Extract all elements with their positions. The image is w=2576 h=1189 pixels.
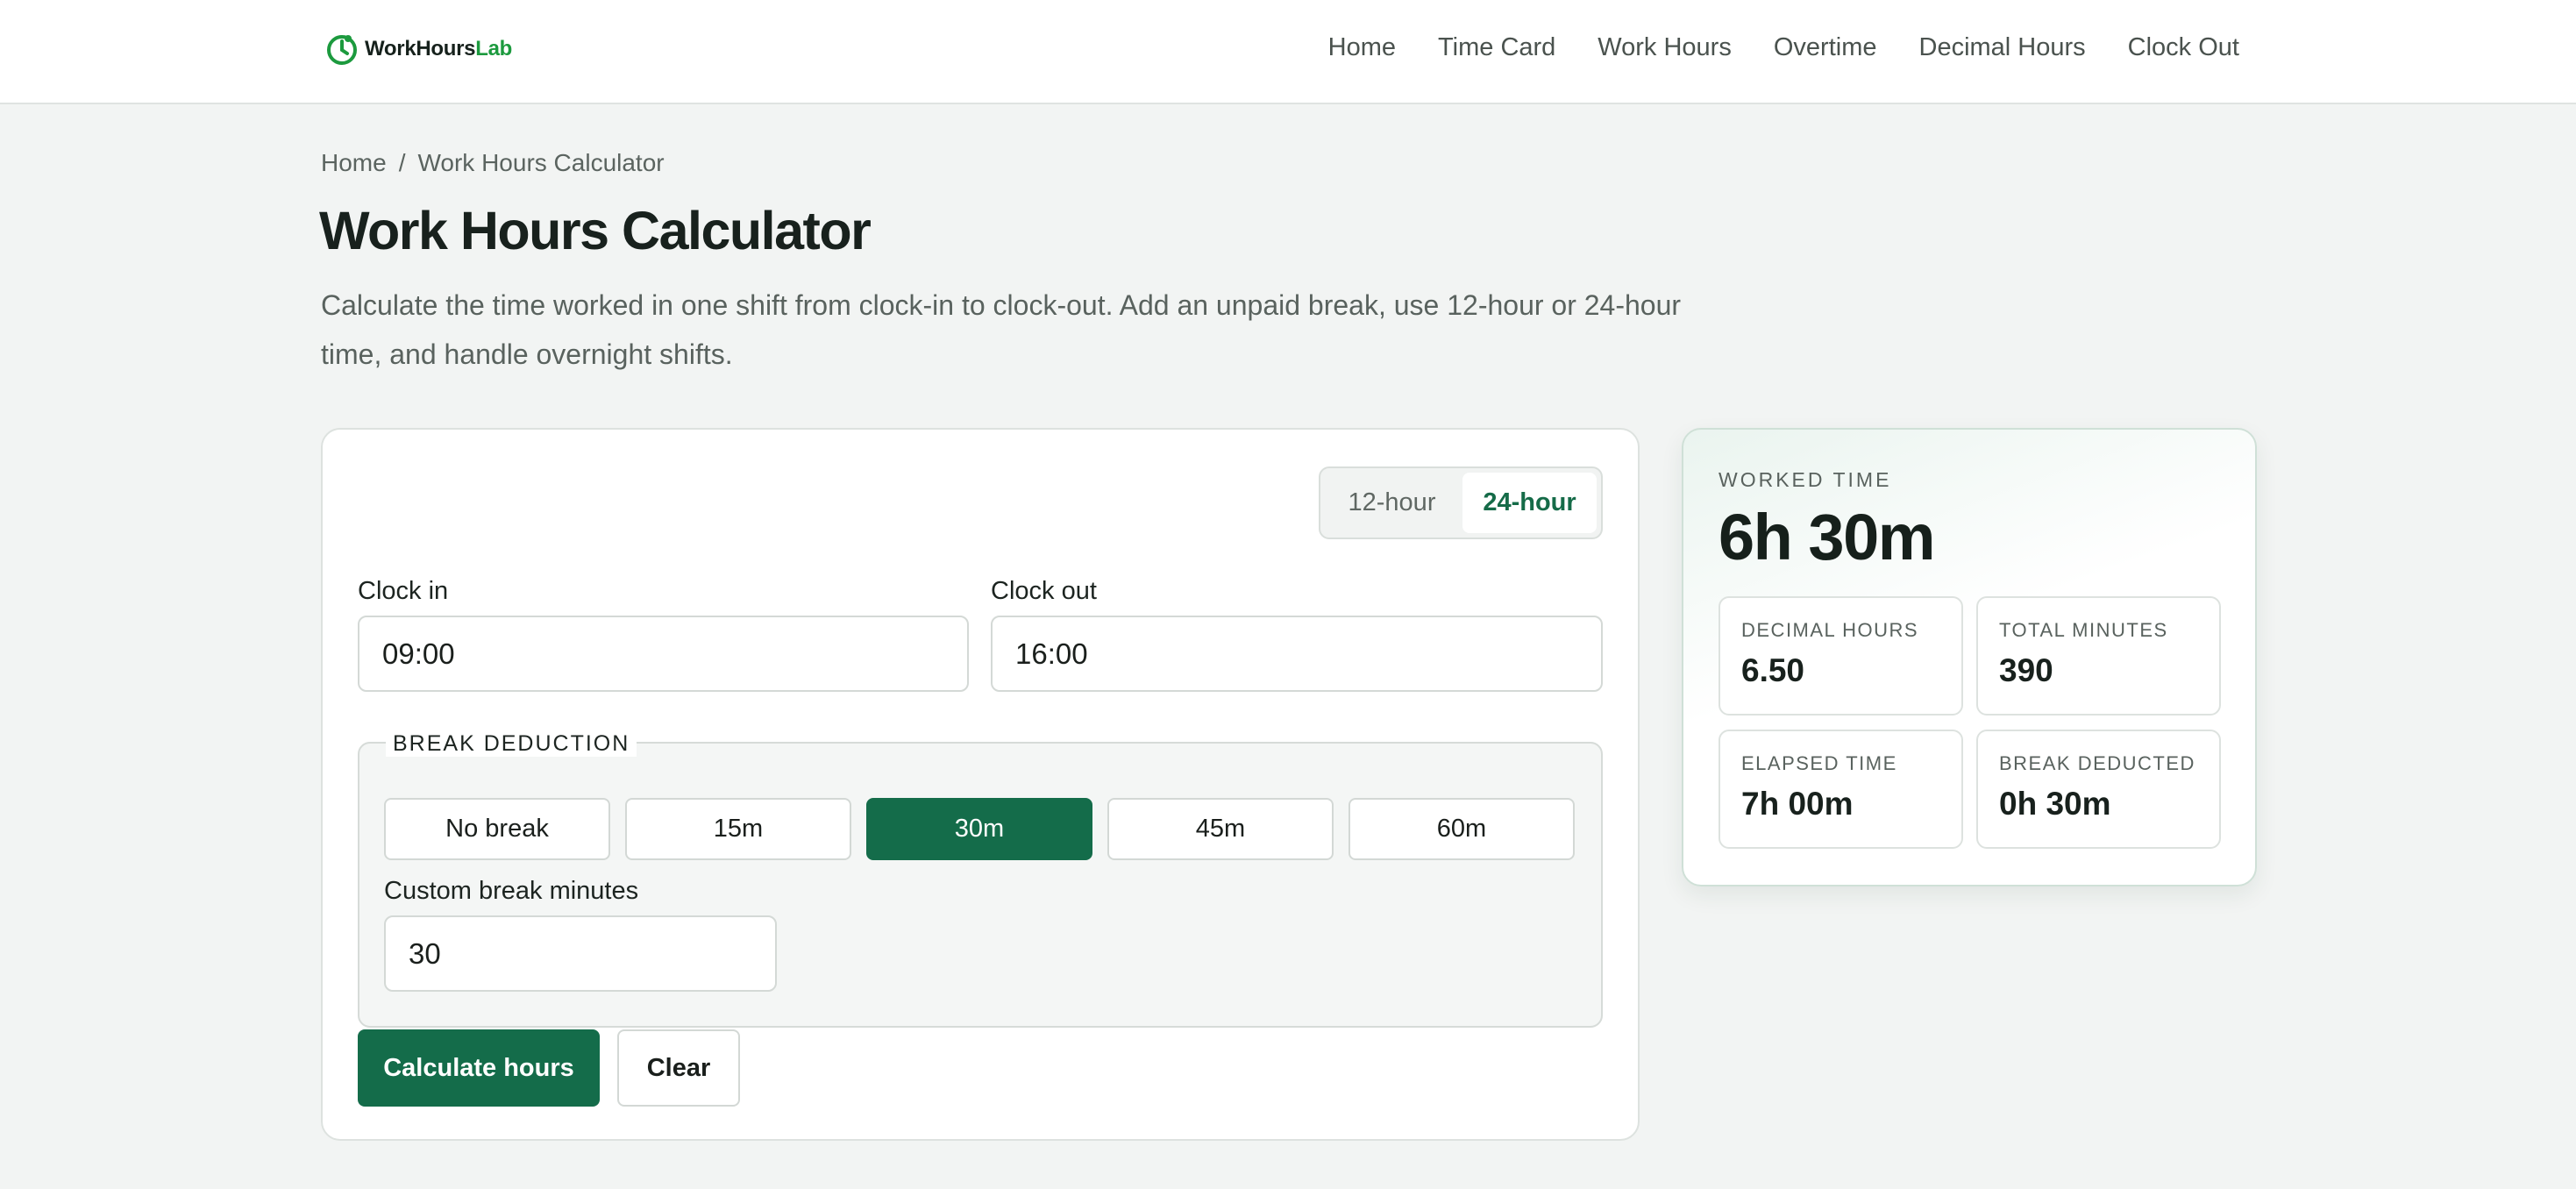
nav-time-card[interactable]: Time Card xyxy=(1438,33,1555,62)
stat-value: 6.50 xyxy=(1741,652,1805,688)
breadcrumb-separator: / xyxy=(398,149,406,176)
custom-break-input[interactable]: 30 xyxy=(384,915,777,992)
result-card: WORKED TIME 6h 30m DECIMAL HOURS 6.50 TO… xyxy=(1682,428,2257,886)
toggle-12-hour[interactable]: 12-hour xyxy=(1325,473,1459,533)
custom-break-label: Custom break minutes xyxy=(384,877,639,905)
break-options: No break 15m 30m 45m 60m xyxy=(384,798,1575,860)
break-option-30m[interactable]: 30m xyxy=(866,798,1092,860)
break-option-45m[interactable]: 45m xyxy=(1107,798,1334,860)
top-navigation-bar: WorkHoursLab Home Time Card Work Hours O… xyxy=(0,0,2576,104)
worked-time-label: WORKED TIME xyxy=(1719,468,1892,491)
nav-home[interactable]: Home xyxy=(1328,33,1396,62)
clock-out-input[interactable]: 16:00 xyxy=(991,616,1603,692)
calculate-hours-button[interactable]: Calculate hours xyxy=(358,1029,600,1107)
page-description: Calculate the time worked in one shift f… xyxy=(321,289,1682,370)
nav-decimal-hours[interactable]: Decimal Hours xyxy=(1919,33,2086,62)
nav-clock-out[interactable]: Clock Out xyxy=(2128,33,2239,62)
stat-value: 0h 30m xyxy=(1999,786,2111,822)
page-title: Work Hours Calculator xyxy=(319,201,872,260)
breadcrumb-current: Work Hours Calculator xyxy=(417,149,665,176)
nav-work-hours[interactable]: Work Hours xyxy=(1598,33,1732,62)
clear-button[interactable]: Clear xyxy=(617,1029,740,1107)
time-format-toggle: 12-hour 24-hour xyxy=(1319,466,1603,539)
break-option-60m[interactable]: 60m xyxy=(1348,798,1575,860)
stat-value: 7h 00m xyxy=(1741,786,1854,822)
stat-label: TOTAL MINUTES xyxy=(1999,619,2168,641)
toggle-24-hour[interactable]: 24-hour xyxy=(1462,473,1597,533)
site-logo[interactable]: WorkHoursLab xyxy=(324,30,512,68)
stat-label: DECIMAL HOURS xyxy=(1741,619,1919,641)
clock-in-input[interactable]: 09:00 xyxy=(358,616,969,692)
stat-label: ELAPSED TIME xyxy=(1741,752,1897,774)
stat-break-deducted: BREAK DEDUCTED 0h 30m xyxy=(1976,730,2221,849)
break-option-none[interactable]: No break xyxy=(384,798,610,860)
main-nav: Home Time Card Work Hours Overtime Decim… xyxy=(1328,33,2239,62)
nav-overtime[interactable]: Overtime xyxy=(1774,33,1877,62)
break-deduction-group: BREAK DEDUCTION No break 15m 30m 45m 60m… xyxy=(358,731,1603,1028)
stat-decimal-hours: DECIMAL HOURS 6.50 xyxy=(1719,596,1963,716)
calculator-card: 12-hour 24-hour Clock in 09:00 Clock out… xyxy=(321,428,1640,1141)
break-option-15m[interactable]: 15m xyxy=(625,798,851,860)
stat-elapsed-time: ELAPSED TIME 7h 00m xyxy=(1719,730,1963,849)
clock-in-label: Clock in xyxy=(358,577,449,605)
stat-value: 390 xyxy=(1999,652,2053,688)
logo-text: WorkHoursLab xyxy=(365,37,512,61)
break-deduction-legend: BREAK DEDUCTION xyxy=(386,731,637,757)
breadcrumb: Home / Work Hours Calculator xyxy=(321,149,665,177)
worked-time-value: 6h 30m xyxy=(1719,501,1936,573)
stat-total-minutes: TOTAL MINUTES 390 xyxy=(1976,596,2221,716)
clock-logo-icon xyxy=(327,35,357,65)
stat-label: BREAK DEDUCTED xyxy=(1999,752,2195,774)
clock-out-label: Clock out xyxy=(991,577,1097,605)
breadcrumb-home-link[interactable]: Home xyxy=(321,149,387,177)
